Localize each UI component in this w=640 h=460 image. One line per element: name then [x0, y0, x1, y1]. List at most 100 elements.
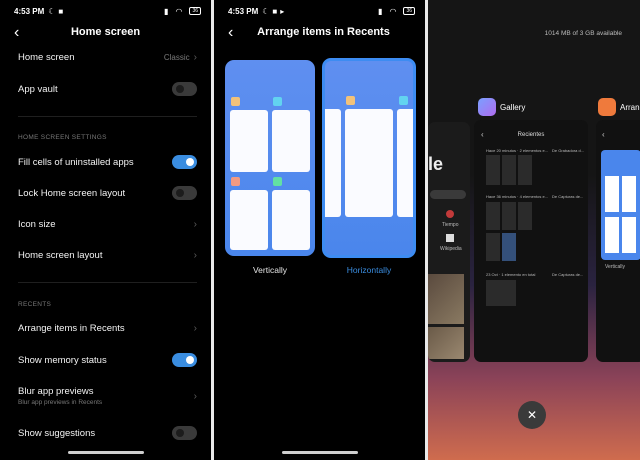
preview-card [622, 176, 636, 212]
memory-status: 1014 MB of 3 GB available [544, 30, 622, 37]
home-screen-settings-panel: 4:53 PM ☾ ■ ▮ ◠ 36 ‹ Home screen Home sc… [0, 0, 211, 460]
preview-card [397, 109, 413, 217]
thumbnail [502, 202, 516, 230]
app-dot [399, 96, 408, 105]
gallery-app-name: Gallery [500, 103, 526, 112]
wifi-icon: ◠ [175, 6, 183, 16]
icon-size-row[interactable]: Icon size › [18, 219, 197, 230]
chevron-right-icon: › [193, 390, 197, 402]
arrange-app-card[interactable]: ‹ Vertically [596, 120, 640, 362]
lock-layout-row: Lock Home screen layout [18, 186, 197, 200]
home-screen-layout-row[interactable]: Home screen layout › [18, 250, 197, 261]
record-icon [446, 210, 454, 218]
tiempo-label: Tiempo [442, 222, 459, 228]
app-vault-toggle[interactable] [172, 82, 197, 96]
row-label: Home screen [18, 52, 75, 63]
suggestions-row: Show suggestions [18, 426, 197, 440]
row-label: Show memory status [18, 354, 107, 366]
gallery-row-2: Hace 36 minutos · 4 elementos e... [486, 194, 549, 199]
divider [18, 282, 197, 283]
chevron-right-icon: › [193, 250, 197, 261]
row-label: Fill cells of uninstalled apps [18, 156, 134, 168]
horizontal-option-preview[interactable] [322, 58, 416, 258]
lock-layout-toggle[interactable] [172, 186, 197, 200]
wifi-icon: ◠ [389, 6, 397, 16]
row-label: Show suggestions [18, 427, 96, 439]
arrange-app-name: Arrang [620, 103, 640, 112]
home-indicator [281, 451, 358, 454]
thumbnail [518, 202, 532, 230]
play-icon: ▸ [280, 6, 285, 16]
app-card-partial[interactable]: le Tiempo Wikipedia [428, 122, 470, 362]
settings-app-icon [598, 98, 616, 116]
battery-icon: 36 [403, 7, 415, 15]
preview-label: Vertically [605, 264, 626, 270]
photo-thumbnail [428, 274, 464, 324]
gallery-app-card[interactable]: ‹ Recientes Hace 20 minutos · 2 elemento… [474, 120, 588, 362]
suggestions-toggle[interactable] [172, 426, 197, 440]
vertical-option-preview[interactable] [225, 60, 315, 256]
gallery-app-icon [478, 98, 496, 116]
thumbnail [486, 280, 516, 306]
wikipedia-icon [446, 234, 454, 242]
app-dot [231, 177, 240, 186]
recents-panel: 1014 MB of 3 GB available le Tiempo Wiki… [428, 0, 640, 460]
chevron-right-icon: › [193, 323, 197, 334]
gallery-header: Recientes [517, 132, 545, 138]
preview-card [605, 217, 619, 253]
preview-card [272, 190, 310, 250]
blur-previews-row[interactable]: Blur app previews Blur app previews in R… [18, 386, 197, 406]
preview-card [325, 109, 341, 217]
close-all-button[interactable]: ✕ [518, 401, 546, 429]
wikipedia-label: Wikipedia [440, 246, 462, 252]
battery-icon: 36 [189, 7, 201, 15]
moon-icon: ☾ [48, 6, 56, 16]
row-value: Classic [163, 53, 190, 62]
row-label: Arrange items in Recents [18, 323, 125, 334]
gallery-tag-2: De Capturas de... [552, 194, 584, 199]
section-header: HOME SCREEN SETTINGS [18, 134, 107, 141]
row-label: App vault [18, 83, 58, 95]
row-label: Home screen layout [18, 250, 103, 261]
thumbnail [502, 155, 516, 185]
photo-thumbnail [428, 327, 464, 359]
signal-icon: ▮ [164, 6, 169, 16]
preview-card [272, 110, 310, 172]
memory-status-row: Show memory status [18, 353, 197, 367]
gallery-tag-3: De Capturas de... [552, 272, 584, 277]
row-label: Lock Home screen layout [18, 187, 126, 199]
home-screen-row[interactable]: Home screen Classic › [18, 52, 197, 63]
chevron-right-icon: › [193, 52, 197, 63]
arrange-recents-panel: 4:53 PM ☾ ■ ▸ ▮ ◠ 36 ‹ Arrange items in … [214, 0, 425, 460]
row-label: Blur app previews [18, 386, 94, 397]
row-subtitle: Blur app previews in Recents [18, 399, 103, 406]
thumbnail [486, 202, 500, 230]
app-dot [346, 96, 355, 105]
preview-card [230, 110, 268, 172]
status-time: 4:53 PM [228, 6, 259, 16]
preview-card [605, 176, 619, 212]
memory-status-toggle[interactable] [172, 353, 197, 367]
partial-app-text: le [428, 154, 444, 174]
status-time: 4:53 PM [14, 6, 45, 16]
thumbnail [486, 233, 500, 261]
gallery-row-3: 23 Oct · 1 elemento en total [486, 272, 536, 277]
app-vault-row: App vault [18, 82, 197, 96]
status-bar: 4:53 PM ☾ ■ ▮ ◠ 36 [14, 5, 201, 17]
back-arrow-icon: ‹ [602, 130, 605, 139]
app-dot [273, 177, 282, 186]
moon-icon: ☾ [262, 6, 270, 16]
home-indicator [67, 451, 144, 454]
fill-cells-toggle[interactable] [172, 155, 197, 169]
thumbnail [502, 233, 516, 261]
preview-card [230, 190, 268, 250]
chevron-right-icon: › [193, 219, 197, 230]
vertical-option-label[interactable]: Vertically [225, 265, 315, 275]
status-bar: 4:53 PM ☾ ■ ▸ ▮ ◠ 36 [228, 5, 415, 17]
app-dot [273, 97, 282, 106]
preview-card [345, 109, 393, 217]
arrange-items-row[interactable]: Arrange items in Recents › [18, 323, 197, 334]
close-icon: ✕ [526, 408, 538, 422]
notification-icon: ■ [272, 6, 278, 16]
horizontal-option-label[interactable]: Horizontally [324, 265, 414, 275]
